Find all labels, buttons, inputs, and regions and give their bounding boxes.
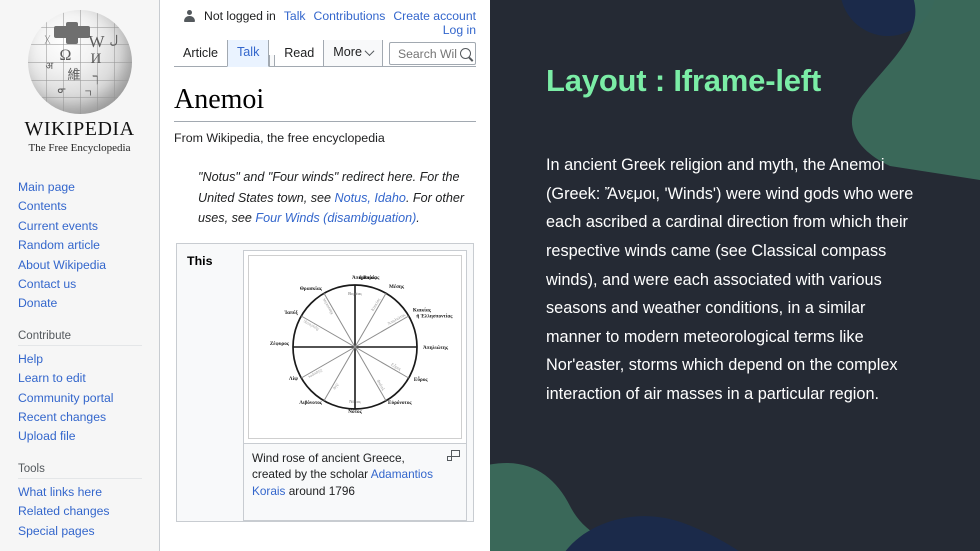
search-input[interactable] (396, 45, 460, 62)
sidebar-group-tools: Tools What links here Related changes Sp… (0, 461, 159, 541)
svg-text:ἢ Ἑλλησποντίας: ἢ Ἑλλησποντίας (416, 311, 453, 319)
svg-text:Λίψ: Λίψ (289, 374, 298, 382)
infobox: This Καικίας Ἀπηλιώτης Εὖρος Φοῖνιξ Λίψ … (176, 242, 474, 522)
page-title: Anemoi (174, 84, 476, 123)
sidebar-item-contact-us[interactable]: Contact us (18, 275, 159, 294)
wikipedia-tagline: The Free Encyclopedia (28, 142, 131, 154)
svg-text:Μέσης: Μέσης (389, 282, 405, 290)
wiki-sidebar: W Ω И ل 維 ך ᚷ अ ᓂ ㄱ WIKIPEDIA The Free E… (0, 0, 160, 551)
wind-rose-diagram: Καικίας Ἀπηλιώτης Εὖρος Φοῖνιξ Λίψ Ζέφυρ… (248, 254, 462, 439)
svg-text:Ζέφυρος: Ζέφυρος (270, 339, 290, 347)
slide-body-text: In ancient Greek religion and myth, the … (546, 156, 914, 403)
screenshot-root: W Ω И ل 維 ך ᚷ अ ᓂ ㄱ WIKIPEDIA The Free E… (0, 0, 980, 551)
sidebar-item-community-portal[interactable]: Community portal (18, 389, 159, 408)
hatnote-link-notus-idaho[interactable]: Notus, Idaho (335, 191, 406, 205)
wind-rose-image[interactable]: Καικίας Ἀπηλιώτης Εὖρος Φοῖνιξ Λίψ Ζέφυρ… (244, 250, 466, 444)
user-link-log-in[interactable]: Log in (443, 23, 476, 37)
sidebar-item-donate[interactable]: Donate (18, 294, 159, 313)
tab-read[interactable]: Read (275, 41, 323, 67)
svg-text:Λιβόνοτος: Λιβόνοτος (299, 398, 323, 406)
svg-text:Εὖρος: Εὖρος (414, 375, 429, 383)
tab-more-dropdown[interactable]: More (323, 40, 383, 67)
hatnote-text-3: . (416, 211, 420, 226)
page-tabs: Article Talk Read More (174, 39, 476, 67)
infobox-label: This (187, 253, 213, 268)
slide-panel: Layout : Iframe-left In ancient Greek re… (490, 0, 980, 551)
hatnote: "Notus" and "Four winds" redirect here. … (198, 167, 476, 229)
svg-text:Εὐρόνοτος: Εὐρόνοτος (388, 398, 412, 406)
sidebar-item-upload-file[interactable]: Upload file (18, 427, 159, 446)
sidebar-item-what-links-here[interactable]: What links here (18, 483, 159, 502)
sidebar-item-about[interactable]: About Wikipedia (18, 256, 159, 275)
enlarge-icon[interactable] (447, 449, 460, 461)
tab-talk[interactable]: Talk (227, 40, 270, 67)
wiki-content-column: Not logged in Talk Contributions Create … (160, 0, 490, 551)
wikipedia-logo[interactable]: W Ω И ل 維 ך ᚷ अ ᓂ ㄱ WIKIPEDIA The Free E… (0, 0, 159, 160)
page-subtitle: From Wikipedia, the free encyclopedia (174, 131, 385, 146)
image-caption: Wind rose of ancient Greece, created by … (244, 444, 466, 507)
user-link-contributions[interactable]: Contributions (314, 9, 386, 23)
tab-article[interactable]: Article (174, 41, 227, 67)
tab-more-label: More (333, 45, 362, 59)
user-avatar-icon (183, 9, 195, 22)
sidebar-item-main-page[interactable]: Main page (18, 178, 159, 197)
login-row: Log in (174, 22, 476, 39)
wikipedia-globe-icon: W Ω И ل 維 ך ᚷ अ ᓂ ㄱ (27, 10, 132, 114)
sidebar-item-current-events[interactable]: Current events (18, 217, 159, 236)
svg-text:Ἰαπύξ: Ἰαπύξ (283, 308, 298, 317)
caption-text-2: around 1796 (285, 483, 355, 498)
svg-text:Νότος: Νότος (348, 407, 362, 415)
slide-title: Layout : Iframe-left (546, 63, 822, 98)
wikipedia-iframe: W Ω И ل 維 ך ᚷ अ ᓂ ㄱ WIKIPEDIA The Free E… (0, 0, 490, 551)
svg-text:ἢ Βορέας: ἢ Βορέας (359, 273, 380, 281)
svg-text:Ἀπηλιώτης: Ἀπηλιώτης (423, 343, 449, 351)
user-link-create-account[interactable]: Create account (393, 9, 476, 23)
sidebar-group-contribute: Contribute Help Learn to edit Community … (0, 328, 159, 447)
sidebar-item-help[interactable]: Help (18, 350, 159, 369)
sidebar-item-contents[interactable]: Contents (18, 197, 159, 216)
image-thumbnail: Καικίας Ἀπηλιώτης Εὖρος Φοῖνιξ Λίψ Ζέφυρ… (243, 249, 467, 521)
svg-text:Θρασκίας: Θρασκίας (300, 284, 323, 292)
sidebar-item-special-pages[interactable]: Special pages (18, 522, 159, 541)
sidebar-navigation-group: Main page Contents Current events Random… (0, 178, 159, 314)
sidebar-heading-tools: Tools (18, 461, 142, 479)
slide-content: Layout : Iframe-left In ancient Greek re… (490, 0, 980, 409)
search-icon[interactable] (460, 48, 471, 59)
svg-text:Βορέας: Βορέας (348, 291, 362, 296)
svg-text:Νότος: Νότος (349, 399, 361, 404)
sidebar-heading-contribute: Contribute (18, 328, 142, 346)
svg-text:Καικίας: Καικίας (413, 305, 432, 313)
sidebar-item-related-changes[interactable]: Related changes (18, 502, 159, 521)
wikipedia-wordmark: WIKIPEDIA (24, 118, 135, 140)
user-link-talk[interactable]: Talk (284, 9, 306, 23)
hatnote-link-four-winds[interactable]: Four Winds (disambiguation) (255, 211, 416, 225)
sidebar-item-random-article[interactable]: Random article (18, 236, 159, 255)
user-links-bar: Not logged in Talk Contributions Create … (174, 0, 476, 23)
chevron-down-icon (364, 46, 375, 57)
login-status-label: Not logged in (204, 8, 276, 23)
sidebar-item-learn-to-edit[interactable]: Learn to edit (18, 369, 159, 388)
sidebar-item-recent-changes[interactable]: Recent changes (18, 408, 159, 427)
search-box[interactable] (389, 42, 476, 65)
